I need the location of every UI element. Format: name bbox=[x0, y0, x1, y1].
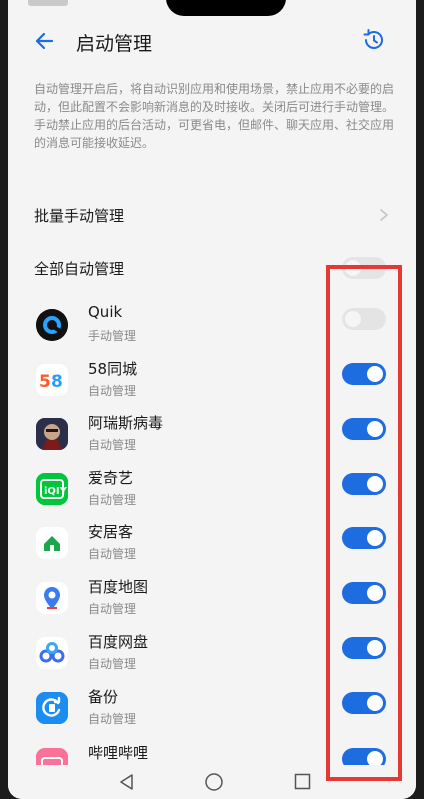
baidu-map-icon bbox=[36, 582, 68, 614]
toggle-knob bbox=[367, 695, 383, 711]
svg-text:8: 8 bbox=[51, 372, 63, 392]
toggle-58-tongcheng[interactable] bbox=[342, 363, 386, 385]
app-name: 百度地图 bbox=[88, 578, 149, 596]
app-name: 百度网盘 bbox=[88, 633, 149, 651]
58-tongcheng-icon: 5 8 bbox=[36, 364, 68, 396]
description-line-2: 手动禁止应用的后台活动，可更省电，但邮件、聊天应用、社交应用的消息可能接收延迟。 bbox=[34, 118, 395, 150]
toggle-knob bbox=[367, 640, 383, 656]
description: 自动管理开启后，将自动识别应用和使用场景，禁止应用不必要的启动，但此配置不会影响… bbox=[34, 80, 396, 152]
nav-back-icon[interactable] bbox=[118, 773, 136, 791]
history-icon[interactable] bbox=[360, 26, 388, 54]
anjuke-icon bbox=[36, 527, 68, 559]
header: 启动管理 bbox=[8, 20, 416, 64]
nav-recent-icon[interactable] bbox=[294, 773, 311, 790]
chevron-right-icon bbox=[380, 209, 388, 221]
app-name: 备份 bbox=[88, 688, 119, 706]
baidu-netdisk-icon bbox=[36, 637, 68, 669]
app-name: 阿瑞斯病毒 bbox=[88, 414, 164, 432]
toggle-knob bbox=[367, 585, 383, 601]
status-bar bbox=[28, 0, 68, 6]
app-mode: 自动管理 bbox=[88, 657, 137, 671]
toggle-backup[interactable] bbox=[342, 692, 386, 714]
toggle-quik[interactable] bbox=[342, 308, 386, 330]
screen: 启动管理 自动管理开启后，将自动识别应用和使用场景，禁止应用不必要的启动，但此配… bbox=[8, 0, 416, 799]
ares-virus-icon bbox=[36, 418, 68, 450]
app-name: 安居客 bbox=[88, 523, 134, 541]
toggle-knob bbox=[367, 421, 383, 437]
iqiyi-icon: iQIY bbox=[36, 473, 68, 505]
page-title: 启动管理 bbox=[76, 33, 153, 55]
app-mode: 手动管理 bbox=[88, 329, 137, 343]
back-arrow-icon[interactable] bbox=[32, 28, 58, 54]
all-auto-toggle[interactable] bbox=[342, 257, 386, 279]
toggle-knob bbox=[367, 530, 383, 546]
navigation-bar bbox=[8, 765, 416, 799]
toggle-anjuke[interactable] bbox=[342, 527, 386, 549]
app-name: 哔哩哔哩 bbox=[88, 744, 149, 762]
all-auto-row: 全部自动管理 bbox=[34, 253, 390, 283]
app-name: 爱奇艺 bbox=[88, 469, 134, 487]
svg-text:iQIY: iQIY bbox=[44, 486, 68, 497]
toggle-baidu-map[interactable] bbox=[342, 582, 386, 604]
toggle-knob bbox=[367, 476, 383, 492]
toggle-knob bbox=[345, 311, 361, 327]
nav-home-icon[interactable] bbox=[204, 772, 224, 792]
app-mode: 自动管理 bbox=[88, 602, 137, 616]
svg-text:5: 5 bbox=[39, 372, 51, 392]
all-auto-label: 全部自动管理 bbox=[34, 259, 125, 278]
description-line-1: 自动管理开启后，将自动识别应用和使用场景，禁止应用不必要的启动，但此配置不会影响… bbox=[34, 82, 395, 114]
toggle-baidu-netdisk[interactable] bbox=[342, 637, 386, 659]
camera-notch bbox=[166, 0, 286, 16]
app-mode: 自动管理 bbox=[88, 493, 137, 507]
app-mode: 自动管理 bbox=[88, 547, 137, 561]
batch-manual-label: 批量手动管理 bbox=[34, 206, 125, 225]
toggle-knob bbox=[367, 366, 383, 382]
app-name: 58同城 bbox=[88, 360, 138, 378]
backup-icon bbox=[36, 692, 68, 724]
toggle-ares-virus[interactable] bbox=[342, 418, 386, 440]
app-name: Quik bbox=[88, 303, 123, 321]
app-mode: 自动管理 bbox=[88, 384, 137, 398]
app-mode: 自动管理 bbox=[88, 438, 137, 452]
toggle-knob bbox=[345, 260, 361, 276]
quik-icon bbox=[36, 309, 68, 341]
batch-manual-row[interactable]: 批量手动管理 bbox=[34, 200, 390, 230]
app-mode: 自动管理 bbox=[88, 712, 137, 726]
toggle-iqiyi[interactable] bbox=[342, 473, 386, 495]
